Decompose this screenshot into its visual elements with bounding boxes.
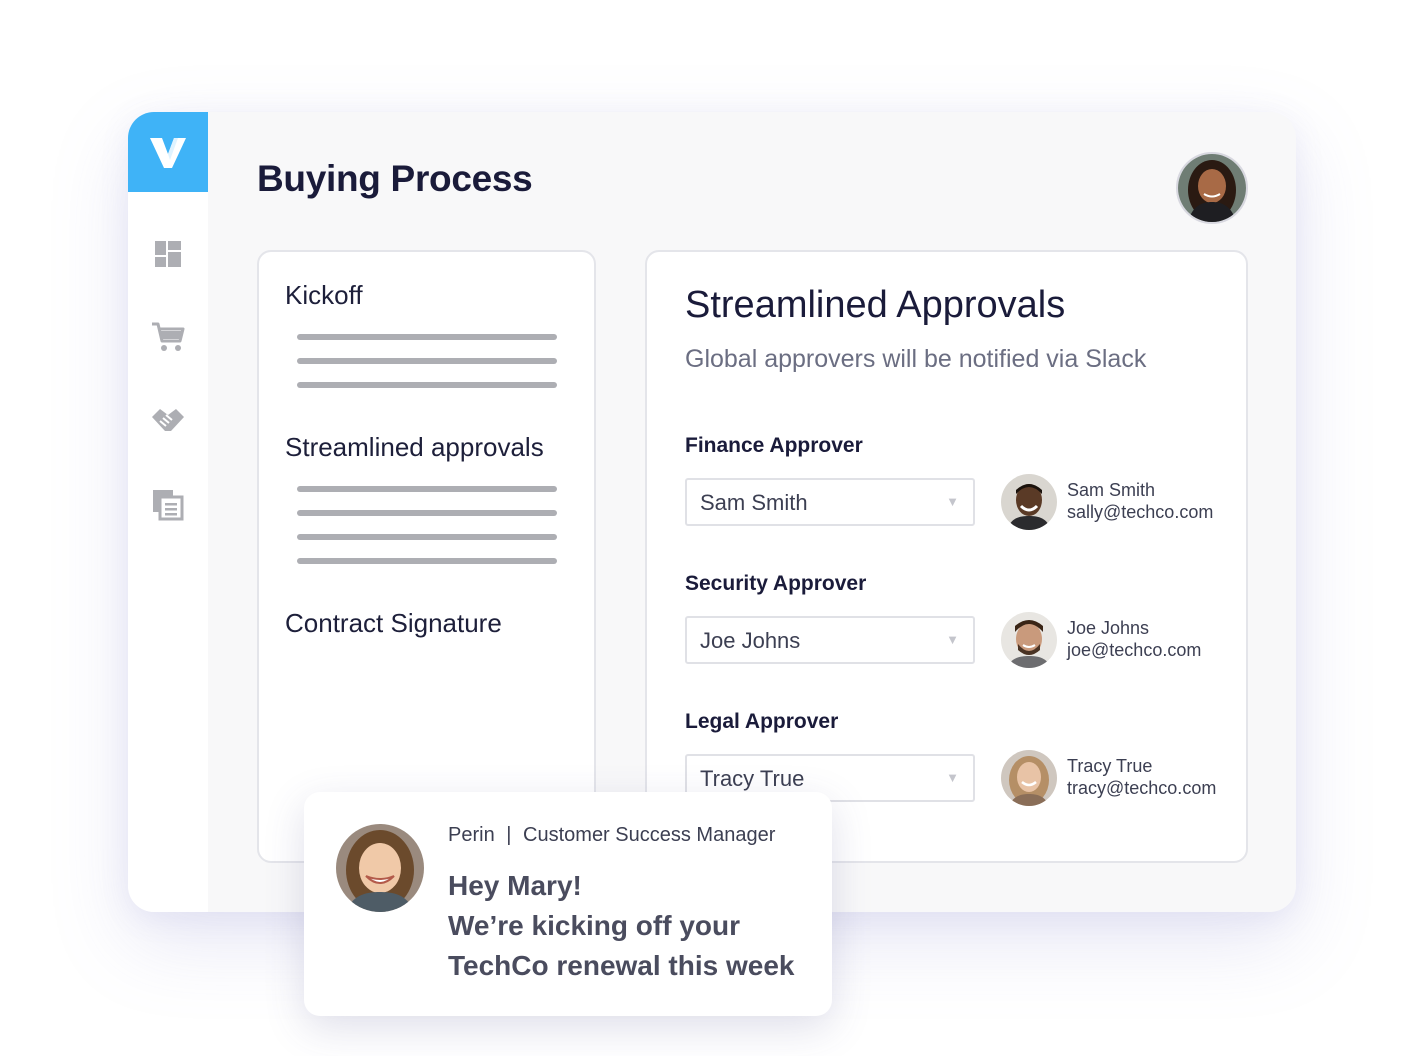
message-line: Hey Mary! [448,870,582,901]
nav-dashboard[interactable] [150,236,186,272]
legal-approver-label: Legal Approver [685,710,839,733]
csm-avatar [336,824,424,912]
header-separator: | [506,824,512,846]
placeholder-line [297,510,557,516]
caret-down-icon: ▼ [946,770,959,785]
finance-approver-select[interactable]: Sam Smith ▼ [685,478,975,526]
placeholder-line [297,358,557,364]
legal-approver-name: Tracy True [1067,756,1153,776]
page-title: Buying Process [257,158,533,199]
dashboard-icon [155,241,181,267]
logo[interactable] [128,112,208,192]
message-line: We’re kicking off your [448,910,740,941]
sender-role: Customer Success Manager [523,824,776,846]
select-value: Sam Smith [700,490,808,515]
chat-bubble: Perin | Customer Success Manager Hey Mar… [304,792,832,1016]
handshake-icon [152,409,184,431]
placeholder-line [297,486,557,492]
security-approver-email: joe@techco.com [1067,640,1202,660]
approvals-title: Streamlined Approvals [685,284,1066,326]
security-approver-avatar [1001,612,1057,668]
placeholder-line [297,558,557,564]
nav-cart[interactable] [150,319,186,355]
security-approver-label: Security Approver [685,572,867,595]
nav-deals[interactable] [150,402,186,438]
finance-approver-name: Sam Smith [1067,480,1156,500]
select-value: Joe Johns [700,628,801,653]
finance-approver-email: sally@techco.com [1067,502,1214,522]
nav-documents[interactable] [150,487,186,523]
caret-down-icon: ▼ [946,494,959,509]
placeholder-line [297,334,557,340]
legal-approver-avatar [1001,750,1057,806]
chat-message: Hey Mary! We’re kicking off your TechCo … [448,866,795,986]
documents-icon [153,490,184,521]
message-line: TechCo renewal this week [448,950,795,981]
sender-name: Perin [448,824,495,846]
logo-v-icon [150,138,186,168]
approvals-subtitle: Global approvers will be notified via Sl… [685,345,1147,373]
user-avatar[interactable] [1176,152,1248,224]
placeholder-line [297,382,557,388]
finance-approver-label: Finance Approver [685,434,863,457]
select-value: Tracy True [700,766,805,791]
step-streamlined-approvals[interactable]: Streamlined approvals [285,432,544,463]
step-kickoff[interactable]: Kickoff [285,280,363,311]
security-approver-name: Joe Johns [1067,618,1150,638]
chat-header: Perin | Customer Success Manager [448,824,775,847]
step-contract-signature[interactable]: Contract Signature [285,608,502,639]
approvals-card: Streamlined Approvals Global approvers w… [645,250,1248,863]
steps-card: Kickoff Streamlined approvals Contract S… [257,250,596,863]
caret-down-icon: ▼ [946,632,959,647]
sidebar [128,112,208,912]
cart-icon [152,322,185,351]
finance-approver-avatar [1001,474,1057,530]
security-approver-select[interactable]: Joe Johns ▼ [685,616,975,664]
placeholder-line [297,534,557,540]
legal-approver-email: tracy@techco.com [1067,778,1217,798]
chat-bubble-tail [328,760,374,794]
